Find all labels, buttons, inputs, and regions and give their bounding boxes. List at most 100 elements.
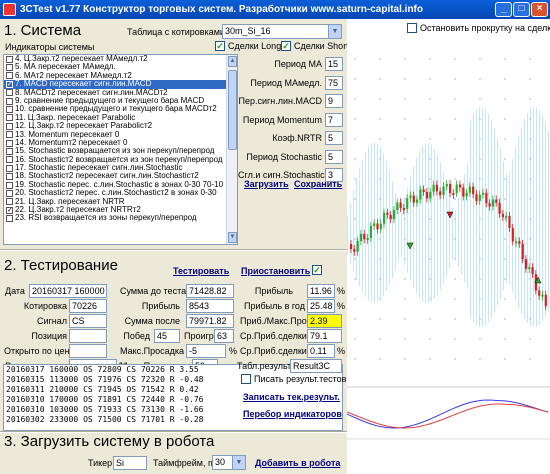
list-item-checkbox[interactable]	[6, 114, 13, 122]
list-item-checkbox[interactable]	[6, 198, 13, 206]
wins-field[interactable]: 45	[154, 329, 180, 343]
position-field[interactable]	[69, 329, 107, 343]
test-link[interactable]: Тестировать	[173, 266, 229, 276]
chevron-down-icon[interactable]: ▼	[232, 456, 245, 469]
maximize-button[interactable]: □	[513, 2, 530, 17]
list-item-checkbox[interactable]	[6, 164, 13, 172]
chevron-down-icon[interactable]: ▼	[328, 25, 341, 38]
losses-field[interactable]: 63	[214, 329, 234, 343]
list-item[interactable]: 5. МА пересекает МАмедл.	[4, 63, 237, 71]
scrollbar-thumb[interactable]	[228, 70, 237, 150]
load-link[interactable]: Загрузить	[244, 179, 289, 189]
list-item[interactable]: 23. RSI возвращается из зоны перекуп/пер…	[4, 214, 237, 222]
grid-dot	[454, 58, 456, 60]
avg-profit-pct-field[interactable]: 0.11	[307, 344, 335, 358]
table-result-field[interactable]: Result3C	[290, 359, 342, 373]
minimize-button[interactable]: _	[495, 2, 512, 17]
list-item[interactable]: 13. Momentum пересекает 0	[4, 131, 237, 139]
param-field[interactable]: 15	[325, 57, 343, 71]
list-item-checkbox[interactable]	[6, 189, 13, 197]
list-item-checkbox[interactable]	[6, 147, 13, 155]
list-item-checkbox[interactable]	[6, 122, 13, 130]
grid-dot	[429, 178, 431, 180]
scroll-up-icon[interactable]: ▲	[228, 56, 237, 67]
param-field[interactable]: 7	[325, 112, 343, 127]
nrtr-band	[434, 148, 435, 300]
add-to-robot-link[interactable]: Добавить в робота	[255, 458, 340, 468]
list-item-checkbox[interactable]	[6, 89, 13, 97]
list-item[interactable]: 12. Ц.Закр.т2 пересекает Parabolicт2	[4, 122, 237, 130]
save-link[interactable]: Сохранить	[294, 179, 342, 189]
list-item-checkbox[interactable]	[6, 106, 13, 114]
list-item-checkbox[interactable]	[6, 139, 13, 147]
short-checkbox-box[interactable]: ✓	[281, 41, 291, 51]
param-field[interactable]: 75	[325, 75, 343, 90]
indicators-list[interactable]: 4. Ц.Закр.т2 пересекает МАмедл.т2 5. МА п…	[3, 54, 238, 245]
price-chart[interactable]: Остановить прокрутку на сделке	[347, 19, 550, 474]
list-item-label: 11. Ц.Закр. пересекает Parabolic	[15, 113, 136, 122]
ratio-field[interactable]: 2.39	[307, 314, 342, 328]
sum-after-field[interactable]: 79971.82	[186, 314, 234, 328]
list-item-checkbox[interactable]	[6, 55, 13, 63]
write-tests-checkbox-box[interactable]	[241, 374, 251, 384]
close-button[interactable]: ×	[531, 2, 548, 17]
list-item-checkbox[interactable]	[6, 156, 13, 164]
list-item[interactable]: 4. Ц.Закр.т2 пересекает МАмедл.т2	[4, 55, 237, 63]
list-item[interactable]: 19. Stochastic перес. с.лин.Stochastic в…	[4, 181, 237, 189]
list-item[interactable]: 20. Stochasticт2 перес. с.лин.Stochastic…	[4, 189, 237, 197]
nrtr-band	[452, 207, 453, 261]
sum-before-field[interactable]: 71428.82	[186, 284, 234, 298]
stop-checkbox[interactable]: ✓	[312, 265, 322, 275]
list-item[interactable]: 8. MACDт2 пересекает сигн.лин.MACDт2	[4, 89, 237, 97]
list-item-checkbox[interactable]: ✓	[6, 206, 13, 214]
long-checkbox-box[interactable]: ✓	[215, 41, 225, 51]
write-result-link[interactable]: Записать тек.результ.	[243, 392, 340, 402]
list-item-checkbox[interactable]	[6, 173, 13, 181]
signal-field[interactable]: CS	[69, 314, 107, 328]
long-checkbox[interactable]: ✓ Сделки Long	[215, 41, 281, 51]
table-select[interactable]: 30m_Si_16 ▼	[222, 24, 342, 39]
list-item[interactable]: 17. Stochastic пересекает сигн.лин.Stoch…	[4, 164, 237, 172]
param-field[interactable]: 5	[325, 131, 343, 145]
enum-indicators-link[interactable]: Перебор индикаторов	[243, 409, 342, 419]
list-item[interactable]: 15. Stochastic возвращается из зон перек…	[4, 147, 237, 155]
list-item-checkbox[interactable]	[6, 64, 13, 72]
quote-field[interactable]: 70226	[69, 299, 107, 313]
profit-year-field[interactable]: 25.48	[307, 299, 335, 313]
list-item[interactable]: 21. Ц.Закр. пересекает NRTR	[4, 198, 237, 206]
list-item[interactable]: 18. Stochasticт2 пересекает сигн.лин.Sto…	[4, 172, 237, 180]
profit-field[interactable]: 8543	[186, 299, 234, 313]
candle-body	[449, 184, 452, 194]
list-item[interactable]: 9. сравнение предыдущего и текущего бара…	[4, 97, 237, 105]
list-item-checkbox[interactable]	[6, 215, 13, 223]
scroll-down-icon[interactable]: ▼	[228, 232, 237, 243]
list-item-checkbox[interactable]	[6, 72, 13, 80]
list-item-checkbox[interactable]	[6, 131, 13, 139]
list-item[interactable]: 11. Ц.Закр. пересекает Parabolic	[4, 114, 237, 122]
date-field[interactable]: 20160317 160000	[29, 284, 107, 298]
list-item-checkbox[interactable]: ✓	[6, 80, 13, 88]
indicators-list-scrollbar[interactable]: ▲ ▼	[226, 55, 237, 244]
list-item[interactable]: 14. Momentumт2 пересекает 0	[4, 139, 237, 147]
stop-checkbox-box[interactable]: ✓	[312, 265, 322, 275]
stop-scroll-checkbox[interactable]: Остановить прокрутку на сделке	[407, 23, 550, 33]
list-item-checkbox[interactable]	[6, 181, 13, 189]
open-price-field[interactable]	[69, 344, 107, 358]
stop-link[interactable]: Приостановить	[241, 266, 310, 276]
list-item-checkbox[interactable]	[6, 97, 13, 105]
param-field[interactable]: 5	[325, 149, 343, 164]
list-item[interactable]: 6. МАт2 пересекает МАмедл.т2	[4, 72, 237, 80]
list-item[interactable]: 16. Stochasticт2 возвращается из зон пер…	[4, 156, 237, 164]
ticker-field[interactable]: Si	[113, 456, 147, 470]
list-item[interactable]: ✓ 22. Ц.Закр.т2 пересекает NRTRт2	[4, 206, 237, 214]
param-field[interactable]: 9	[325, 94, 343, 108]
write-tests-checkbox[interactable]: Писать результ.тестов	[241, 374, 346, 384]
profit-pct-field[interactable]: 11.96	[307, 284, 335, 298]
list-item[interactable]: ✓ 7. MACD пересекает сигн.лин.MACD	[4, 80, 237, 89]
maxdd-field[interactable]: -5	[186, 344, 226, 358]
avg-profit-field[interactable]: 79.1	[307, 329, 342, 343]
timeframe-select[interactable]: 30 ▼	[212, 455, 246, 470]
short-checkbox[interactable]: ✓ Сделки Short	[281, 41, 349, 51]
stop-scroll-checkbox-box[interactable]	[407, 23, 417, 33]
list-item[interactable]: 10. сравнение предыдущего и текущего бар…	[4, 105, 237, 113]
